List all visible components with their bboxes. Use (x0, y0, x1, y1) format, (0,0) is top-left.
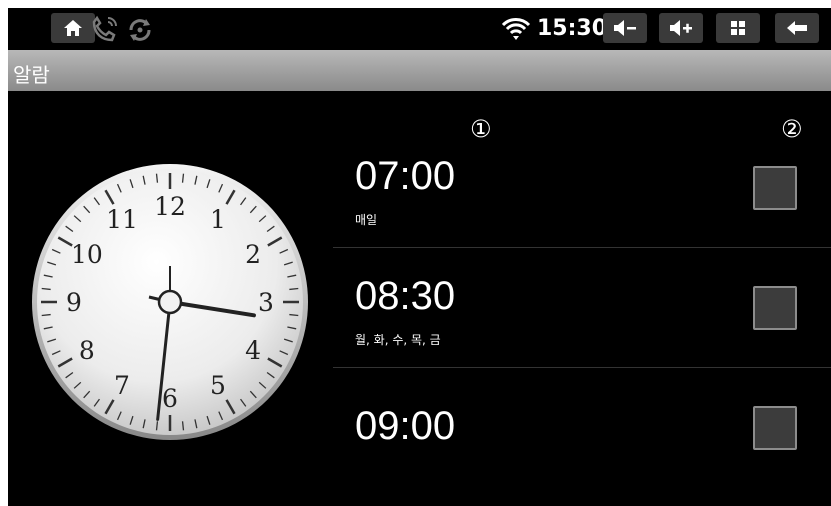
clock-number: 4 (245, 336, 261, 365)
call-volume-icon (92, 15, 117, 42)
status-bar: 15:30 (8, 8, 831, 50)
alarm-time[interactable]: 09:00 (355, 404, 455, 449)
alarm-enable-checkbox[interactable] (753, 166, 797, 210)
clock-number: 7 (114, 371, 130, 400)
clock-number: 8 (79, 336, 95, 365)
clock-number: 11 (106, 205, 138, 234)
status-time: 15:30 (537, 16, 608, 41)
clock-number: 5 (210, 371, 226, 400)
alarm-repeat-days: 월, 화, 수, 목, 금 (355, 333, 441, 347)
alarm-row-3[interactable]: 09:00 (333, 368, 831, 488)
wifi-icon (501, 18, 531, 40)
home-icon (64, 20, 82, 36)
alarm-screen: 15:30 알람 12 1 2 3 4 5 6 7 8 9 10 11 ① ② … (8, 8, 831, 506)
alarm-row-1[interactable]: 07:00 매일 (333, 128, 831, 248)
back-button[interactable] (775, 13, 819, 43)
volume-up-button[interactable] (659, 13, 703, 43)
clock-number: 1 (210, 205, 226, 234)
title-bar: 알람 (8, 50, 831, 91)
main-content: 12 1 2 3 4 5 6 7 8 9 10 11 ① ② 07:00 매일 08:30 월, 화,… (8, 91, 831, 506)
alarm-enable-checkbox[interactable] (753, 286, 797, 330)
rotate-icon (129, 19, 151, 41)
clock-number: 3 (258, 288, 274, 317)
clock-number: 9 (66, 288, 82, 317)
clock-number: 10 (71, 240, 103, 269)
alarm-time[interactable]: 08:30 (355, 274, 455, 319)
alarm-enable-checkbox[interactable] (753, 406, 797, 450)
page-title: 알람 (13, 63, 50, 87)
volume-up-icon (670, 20, 692, 36)
app-grid-button[interactable] (716, 13, 760, 43)
alarm-row-2[interactable]: 08:30 월, 화, 수, 목, 금 (333, 248, 831, 368)
alarm-repeat-days: 매일 (355, 213, 378, 227)
app-grid-icon (731, 21, 745, 35)
volume-down-button[interactable] (603, 13, 647, 43)
alarm-time[interactable]: 07:00 (355, 154, 455, 199)
volume-down-icon (614, 20, 636, 36)
analog-clock: 12 12 3 45 6 78 9 1011 (32, 164, 308, 440)
clock-center (157, 289, 183, 315)
clock-number: 2 (245, 240, 261, 269)
clock-number: 6 (162, 384, 178, 413)
back-icon (787, 21, 807, 35)
clock-number: 12 (154, 192, 186, 221)
